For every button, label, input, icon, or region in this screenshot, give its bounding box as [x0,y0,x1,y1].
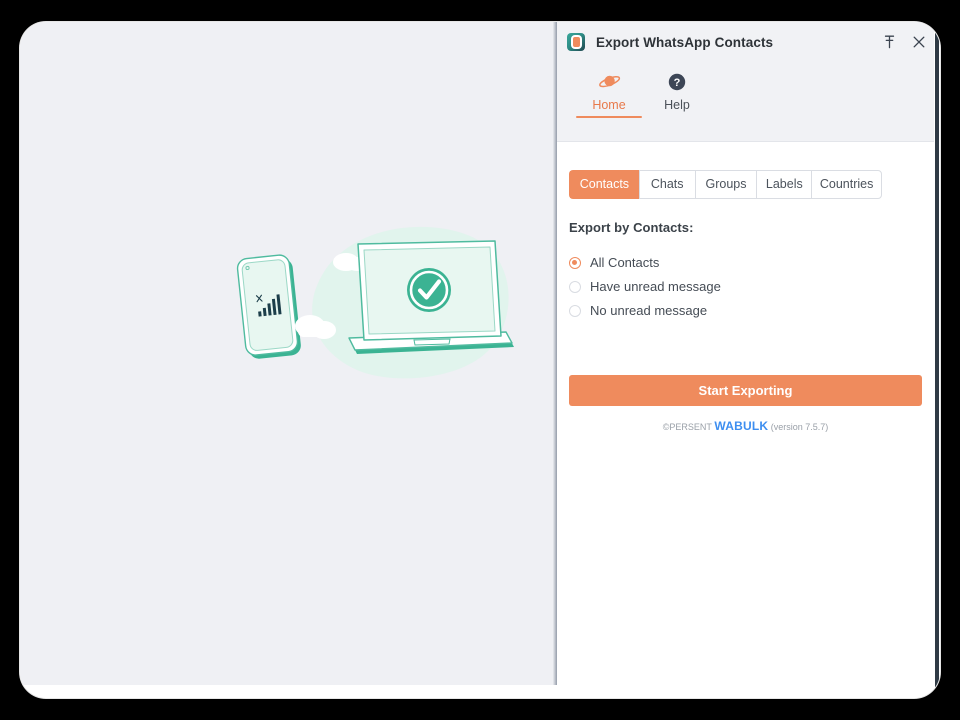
nav-item-help[interactable]: ? Help [643,68,711,118]
application-window: Export WhatsApp Contacts Home ? Help Con… [20,22,940,698]
radio-no-unread-message-indicator [569,305,581,317]
radio-have-unread-message-label: Have unread message [590,279,721,294]
footer-version: (version 7.5.7) [770,422,829,432]
panel-titlebar: Export WhatsApp Contacts [557,22,940,62]
radio-all-contacts-label: All Contacts [590,255,660,270]
tab-chats[interactable]: Chats [638,170,695,199]
left-content-panel [20,22,557,685]
tab-countries[interactable]: Countries [811,170,883,199]
devices-sync-illustration [218,214,538,394]
radio-no-unread-message[interactable]: No unread message [569,299,922,323]
radio-no-unread-message-label: No unread message [590,303,708,318]
export-option-group: All Contacts Have unread message No unre… [569,251,922,323]
screen-root: Export WhatsApp Contacts Home ? Help Con… [0,0,960,720]
footer-copyright: ©PERSENT [662,422,712,432]
radio-have-unread-message[interactable]: Have unread message [569,275,922,299]
tab-contacts[interactable]: Contacts [569,170,639,199]
question-circle-icon: ? [667,70,687,94]
tab-groups[interactable]: Groups [694,170,757,199]
export-panel: Export WhatsApp Contacts Home ? Help Con… [557,22,940,698]
footer-brand: WABULK [714,419,769,433]
vertical-scrollbar-thumb[interactable] [935,24,939,696]
radio-all-contacts-indicator [569,257,581,269]
start-exporting-button[interactable]: Start Exporting [569,375,922,406]
radio-have-unread-message-indicator [569,281,581,293]
nav-item-home[interactable]: Home [575,68,643,118]
export-source-tabs: Contacts Chats Groups Labels Countries [569,170,883,199]
svg-text:?: ? [674,77,681,89]
panel-title: Export WhatsApp Contacts [596,34,774,50]
tab-labels[interactable]: Labels [756,170,812,199]
app-logo-icon [567,33,585,51]
panel-navbar: Home ? Help [557,62,940,142]
pin-icon[interactable] [880,33,898,51]
close-icon[interactable] [910,33,928,51]
planet-icon [597,70,621,94]
section-title-export-by: Export by Contacts: [569,220,694,235]
nav-active-underline [576,116,642,118]
footer-credits: ©PERSENT WABULK (version 7.5.7) [569,420,922,433]
vertical-scrollbar-track[interactable] [934,22,940,698]
nav-item-help-label: Help [664,98,690,112]
panel-body: Contacts Chats Groups Labels Countries E… [557,142,940,433]
radio-all-contacts[interactable]: All Contacts [569,251,922,275]
nav-item-home-label: Home [592,98,626,112]
nav-inactive-underline [644,116,710,118]
